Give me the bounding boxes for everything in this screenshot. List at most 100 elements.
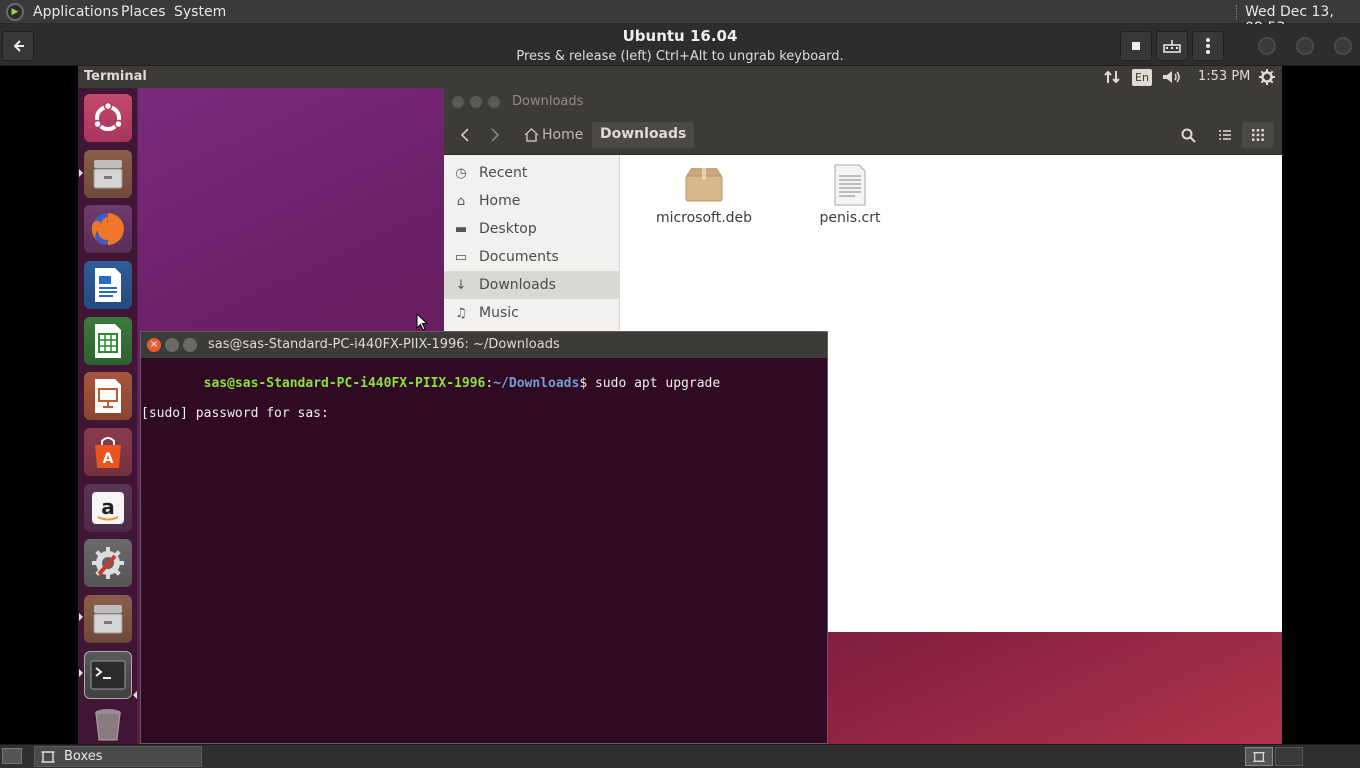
stop-button[interactable] [1120,31,1152,61]
terminal-titlebar[interactable]: × sas@sas-Standard-PC-i440FX-PIIX-1996: … [141,332,827,358]
vm-display[interactable]: Terminal En 1:53 PM A a Downloads Home D… [78,66,1282,744]
launcher-settings[interactable] [84,539,132,587]
search-icon[interactable] [1181,128,1196,143]
launcher-calc[interactable] [84,317,132,365]
grid-view-button[interactable] [1242,122,1274,148]
settings-gear-icon[interactable] [1259,69,1275,85]
files-window-title: Downloads [512,94,584,109]
minimize-icon[interactable] [1258,37,1276,55]
kebab-menu-icon [1206,38,1210,54]
system-menu[interactable]: System [174,4,226,20]
close-icon[interactable] [1334,37,1352,55]
sidebar-item-recent[interactable]: ◷ Recent [444,159,620,187]
launcher-terminal[interactable] [84,651,132,699]
path-home-button[interactable]: Home [524,122,583,148]
keyboard-icon [1163,40,1181,53]
sidebar-item-label: Music [479,305,519,321]
firefox-icon [91,213,124,246]
path-downloads-button[interactable]: Downloads [592,122,695,148]
applications-menu[interactable]: Applications [33,4,119,20]
show-desktop-icon[interactable] [2,748,22,764]
launcher-files-2[interactable] [84,595,132,643]
launcher-firefox[interactable] [84,205,132,253]
terminal-command-line: sas@sas-Standard-PC-i440FX-PIIX-1996:~/D… [141,361,827,406]
files-maximize-button[interactable] [488,96,500,108]
system-logo-icon[interactable]: ▶ [6,3,24,21]
keys-button[interactable] [1156,31,1188,61]
sidebar-item-label: Recent [479,165,528,181]
prompt-path: ~/Downloads [493,376,580,391]
keyboard-layout-indicator[interactable]: En [1132,69,1152,86]
text-file-icon [834,164,866,206]
taskbar-item-label: Boxes [64,749,103,764]
terminal-maximize-button[interactable] [183,338,197,352]
files-cabinet-icon [93,605,123,634]
file-item[interactable]: microsoft.deb [649,164,759,226]
vm-clock[interactable]: 1:53 PM [1198,69,1250,84]
terminal-close-button[interactable]: × [147,338,161,352]
volume-icon[interactable] [1162,70,1182,84]
list-view-icon[interactable] [1219,129,1231,141]
terminal-output[interactable]: sas@sas-Standard-PC-i440FX-PIIX-1996:~/D… [141,358,827,744]
shopping-bag-icon: A [95,437,121,468]
launcher-dash[interactable] [84,94,132,142]
path-home-label: Home [542,127,584,143]
taskbar-item-boxes[interactable]: Boxes [34,746,202,767]
music-note-icon: ♫ [455,305,467,321]
svg-text:A: A [103,451,114,467]
terminal-window[interactable]: × sas@sas-Standard-PC-i440FX-PIIX-1996: … [140,331,828,744]
files-cabinet-icon [93,160,123,189]
folder-icon: ▬ [454,221,468,237]
panel-separator [1236,5,1238,19]
sidebar-item-label: Documents [479,249,559,265]
sidebar-item-home[interactable]: ⌂ Home [444,187,620,215]
system-settings-icon [92,547,124,579]
sidebar-item-label: Desktop [479,221,537,237]
launcher-software[interactable]: A [84,428,132,476]
file-name: penis.crt [819,210,881,226]
running-indicator [79,169,83,177]
active-indicator [133,691,137,699]
package-icon [685,168,723,202]
files-minimize-button[interactable] [470,96,482,108]
amazon-icon: a [92,492,124,524]
grid-view-icon [1252,129,1264,141]
sidebar-item-desktop[interactable]: ▬ Desktop [444,215,620,243]
host-taskbar: Boxes [0,744,1360,768]
writer-document-icon [95,268,121,302]
terminal-icon [90,660,126,690]
network-icon[interactable] [1104,70,1120,84]
file-name: microsoft.deb [655,210,753,226]
workspace-2[interactable] [1275,747,1303,766]
command-text: $ sudo apt upgrade [579,376,721,391]
places-menu[interactable]: Places [121,4,166,20]
ubuntu-top-bar: Terminal En 1:53 PM [78,66,1282,88]
files-close-button[interactable] [452,96,464,108]
launcher-amazon[interactable]: a [84,484,132,532]
terminal-sudo-line: [sudo] password for sas: [141,406,329,421]
mouse-cursor-icon [416,313,428,331]
back-chevron-icon[interactable] [460,128,470,142]
sidebar-item-downloads[interactable]: ↓ Downloads [444,271,620,299]
document-icon: ▭ [454,249,468,265]
running-indicator [79,669,83,677]
launcher-files[interactable] [84,150,132,198]
clock-icon: ◷ [455,165,467,181]
workspace-switcher[interactable] [1245,747,1273,766]
download-arrow-icon: ↓ [455,277,467,293]
maximize-icon[interactable] [1296,37,1314,55]
files-titlebar[interactable]: Downloads [444,88,1282,116]
forward-chevron-icon[interactable] [490,128,500,142]
launcher-trash[interactable] [84,706,132,742]
sidebar-item-documents[interactable]: ▭ Documents [444,243,620,271]
sidebar-item-label: Downloads [479,277,556,293]
file-item[interactable]: penis.crt [795,164,905,226]
ubuntu-logo-icon [93,101,123,131]
menu-button[interactable] [1192,31,1224,61]
launcher-writer[interactable] [84,261,132,309]
terminal-minimize-button[interactable] [165,338,179,352]
active-app-name: Terminal [84,69,147,84]
host-top-panel: ▶ Applications Places System Wed Dec 13,… [0,0,1360,36]
launcher-impress[interactable] [84,372,132,420]
sidebar-item-music[interactable]: ♫ Music [444,299,620,327]
